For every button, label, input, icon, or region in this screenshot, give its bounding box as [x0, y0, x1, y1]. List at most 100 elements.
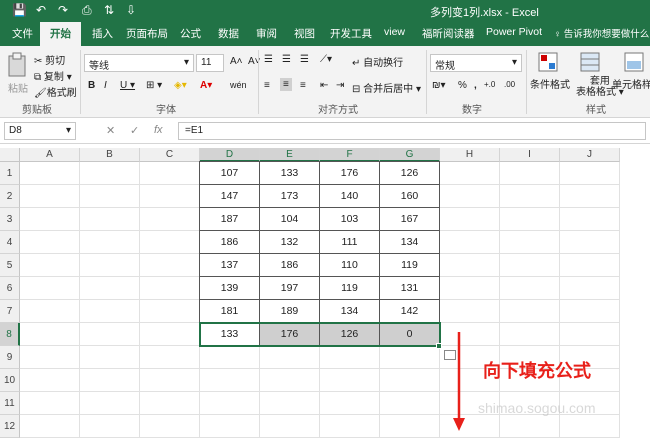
- cell-e8[interactable]: 176: [260, 323, 320, 346]
- cell-g6[interactable]: 131: [380, 277, 440, 300]
- cell-b9[interactable]: [80, 346, 140, 369]
- cell-j3[interactable]: [560, 208, 620, 231]
- row-header-9[interactable]: 9: [0, 346, 20, 369]
- cell-h1[interactable]: [440, 162, 500, 185]
- row-header-7[interactable]: 7: [0, 300, 20, 323]
- italic-button[interactable]: I: [104, 80, 107, 91]
- cell-e6[interactable]: 197: [260, 277, 320, 300]
- cell-a12[interactable]: [20, 415, 80, 438]
- undo-icon[interactable]: ↶: [36, 3, 46, 17]
- fill-color-icon[interactable]: ◈▾: [174, 80, 187, 91]
- cell-d9[interactable]: [200, 346, 260, 369]
- cell-b11[interactable]: [80, 392, 140, 415]
- cell-f6[interactable]: 119: [320, 277, 380, 300]
- cell-a9[interactable]: [20, 346, 80, 369]
- cut-button[interactable]: ✂ 剪切: [34, 52, 65, 67]
- row-header-6[interactable]: 6: [0, 277, 20, 300]
- cell-d10[interactable]: [200, 369, 260, 392]
- wrap-text-button[interactable]: ↵ 自动换行: [352, 54, 403, 69]
- cell-d7[interactable]: 181: [200, 300, 260, 323]
- cell-e1[interactable]: 133: [260, 162, 320, 185]
- cell-j1[interactable]: [560, 162, 620, 185]
- cell-i4[interactable]: [500, 231, 560, 254]
- cell-a5[interactable]: [20, 254, 80, 277]
- cell-a8[interactable]: [20, 323, 80, 346]
- cell-c4[interactable]: [140, 231, 200, 254]
- cell-b10[interactable]: [80, 369, 140, 392]
- column-header-i[interactable]: I: [500, 148, 560, 162]
- cell-g9[interactable]: [380, 346, 440, 369]
- row-header-2[interactable]: 2: [0, 185, 20, 208]
- phonetic-button[interactable]: wén: [230, 80, 247, 90]
- tab-data[interactable]: 数据: [218, 26, 239, 41]
- cell-a11[interactable]: [20, 392, 80, 415]
- tab-developer[interactable]: 开发工具: [330, 26, 372, 41]
- cell-g1[interactable]: 126: [380, 162, 440, 185]
- font-size-select[interactable]: 11: [196, 54, 224, 72]
- cell-b6[interactable]: [80, 277, 140, 300]
- print-preview-icon[interactable]: ⎙: [82, 3, 92, 18]
- row-header-11[interactable]: 11: [0, 392, 20, 415]
- insert-function-icon[interactable]: fx: [154, 124, 163, 136]
- decrease-decimal-button[interactable]: .00: [504, 80, 515, 89]
- cell-i2[interactable]: [500, 185, 560, 208]
- cell-h5[interactable]: [440, 254, 500, 277]
- cell-d1[interactable]: 107: [200, 162, 260, 185]
- customize-icon[interactable]: ⇩: [126, 3, 136, 17]
- row-header-3[interactable]: 3: [0, 208, 20, 231]
- cell-g8[interactable]: 0: [380, 323, 440, 346]
- cell-d12[interactable]: [200, 415, 260, 438]
- cell-f10[interactable]: [320, 369, 380, 392]
- tab-home[interactable]: 开始: [40, 22, 81, 46]
- tab-file[interactable]: 文件: [12, 26, 33, 41]
- column-header-c[interactable]: C: [140, 148, 200, 162]
- column-header-h[interactable]: H: [440, 148, 500, 162]
- borders-icon[interactable]: ⊞ ▾: [146, 80, 162, 91]
- increase-decimal-button[interactable]: +.0: [484, 80, 495, 89]
- cell-f9[interactable]: [320, 346, 380, 369]
- cell-d8[interactable]: 133: [200, 323, 260, 346]
- cell-c5[interactable]: [140, 254, 200, 277]
- cell-c8[interactable]: [140, 323, 200, 346]
- cell-b3[interactable]: [80, 208, 140, 231]
- cell-a2[interactable]: [20, 185, 80, 208]
- cell-i5[interactable]: [500, 254, 560, 277]
- cell-a10[interactable]: [20, 369, 80, 392]
- fill-handle[interactable]: [436, 343, 442, 349]
- cell-g3[interactable]: 167: [380, 208, 440, 231]
- currency-icon[interactable]: ₪▾: [432, 80, 446, 91]
- cell-a1[interactable]: [20, 162, 80, 185]
- paste-button[interactable]: 粘贴: [8, 80, 28, 95]
- cell-f2[interactable]: 140: [320, 185, 380, 208]
- tab-review[interactable]: 审阅: [256, 26, 277, 41]
- worksheet-grid[interactable]: A B C D E F G H I J 1 107 133 176 126 2 147 173 140 160 3 187…: [0, 148, 650, 442]
- cell-f11[interactable]: [320, 392, 380, 415]
- cell-b12[interactable]: [80, 415, 140, 438]
- cell-h6[interactable]: [440, 277, 500, 300]
- cell-c1[interactable]: [140, 162, 200, 185]
- cell-j5[interactable]: [560, 254, 620, 277]
- cell-e9[interactable]: [260, 346, 320, 369]
- cell-j8[interactable]: [560, 323, 620, 346]
- cell-e12[interactable]: [260, 415, 320, 438]
- align-left-icon[interactable]: ≡: [264, 80, 270, 91]
- align-top-icon[interactable]: ☰: [264, 54, 273, 65]
- cell-i12[interactable]: [500, 415, 560, 438]
- cell-h8[interactable]: [440, 323, 500, 346]
- orientation-icon[interactable]: ⟋▾: [320, 54, 332, 65]
- name-box[interactable]: D8 ▾: [4, 122, 76, 140]
- cell-a4[interactable]: [20, 231, 80, 254]
- cell-e11[interactable]: [260, 392, 320, 415]
- row-header-12[interactable]: 12: [0, 415, 20, 438]
- cell-e7[interactable]: 189: [260, 300, 320, 323]
- cell-c9[interactable]: [140, 346, 200, 369]
- column-header-a[interactable]: A: [20, 148, 80, 162]
- cell-c7[interactable]: [140, 300, 200, 323]
- decrease-indent-icon[interactable]: ⇤: [320, 80, 328, 91]
- column-header-d[interactable]: D: [200, 148, 260, 162]
- cell-f1[interactable]: 176: [320, 162, 380, 185]
- column-header-b[interactable]: B: [80, 148, 140, 162]
- column-header-f[interactable]: F: [320, 148, 380, 162]
- cell-g11[interactable]: [380, 392, 440, 415]
- comma-button[interactable]: ,: [474, 80, 477, 91]
